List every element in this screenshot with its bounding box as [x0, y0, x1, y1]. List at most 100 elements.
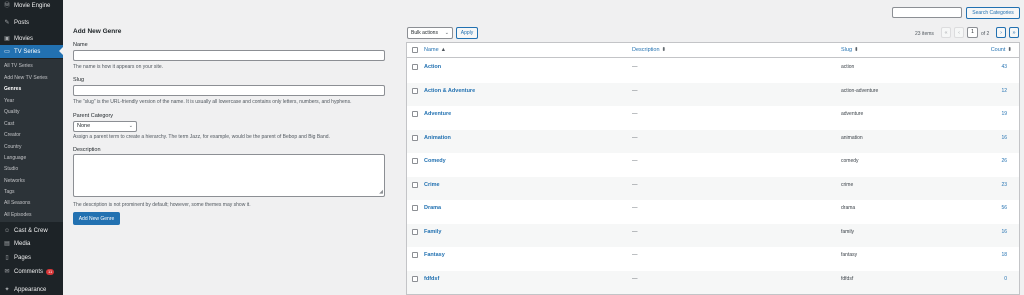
parent-category-value: None — [77, 123, 91, 129]
current-page-input[interactable]: 1 — [967, 27, 978, 38]
tv-series-submenu: All TV Series Add New TV Series Genres Y… — [0, 59, 63, 222]
bulk-actions-select[interactable]: Bulk actions ⌄ — [407, 27, 453, 39]
genre-name-link[interactable]: Adventure — [424, 111, 451, 117]
last-page-button[interactable]: » — [1009, 27, 1019, 38]
menu-item-posts[interactable]: ✎ Posts — [0, 17, 63, 28]
table-row: fdfdsf — fdfdsf 0 — [407, 270, 1019, 294]
chevron-down-icon: ⌄ — [128, 123, 133, 129]
genre-name-link[interactable]: Animation — [424, 135, 451, 141]
column-header-name[interactable]: Name ▲ — [424, 47, 446, 53]
column-header-description[interactable]: Description ⬍ — [632, 47, 666, 53]
row-checkbox[interactable] — [412, 87, 418, 94]
table-row: Adventure — adventure 19 — [407, 106, 1019, 130]
genre-name-link[interactable]: Crime — [424, 182, 440, 188]
menu-item-site[interactable]: Ⓦ Movie Engine — [0, 0, 63, 11]
chevron-down-icon: ⌄ — [444, 30, 449, 36]
genre-slug: animation — [841, 134, 863, 141]
menu-item-movies[interactable]: ▣ Movies — [0, 33, 63, 44]
menu-item-comments[interactable]: ✉ Comments 11 — [0, 266, 63, 277]
genre-count-link[interactable]: 12 — [1001, 88, 1007, 94]
row-checkbox[interactable] — [412, 181, 418, 188]
genre-name-link[interactable]: Comedy — [424, 158, 446, 164]
row-checkbox[interactable] — [412, 134, 418, 141]
sort-ascending-icon: ▲ — [440, 47, 447, 53]
resize-handle-icon[interactable]: ◢ — [379, 190, 383, 195]
admin-sidebar: Ⓦ Movie Engine ✎ Posts ▣ Movies ▭ TV Ser… — [0, 0, 63, 295]
genre-count-link[interactable]: 26 — [1001, 158, 1007, 164]
column-header-slug[interactable]: Slug ⬍ — [841, 47, 859, 53]
submenu-all-tv-series[interactable]: All TV Series — [4, 63, 33, 69]
row-checkbox[interactable] — [412, 64, 418, 70]
submenu-all-seasons[interactable]: All Seasons — [4, 200, 30, 206]
description-textarea[interactable]: ◢ — [73, 154, 385, 197]
table-row: Animation — animation 16 — [407, 129, 1019, 153]
slug-input[interactable] — [73, 85, 385, 96]
add-new-genre-button[interactable]: Add New Genre — [73, 212, 120, 225]
menu-item-label: Movies — [14, 35, 34, 42]
genre-count-link[interactable]: 0 — [1004, 276, 1007, 282]
genre-name-link[interactable]: Drama — [424, 205, 441, 211]
row-checkbox[interactable] — [412, 275, 418, 282]
submenu-language[interactable]: Language — [4, 155, 26, 161]
genre-name-link[interactable]: Family — [424, 229, 441, 235]
submenu-genres[interactable]: Genres — [4, 86, 21, 92]
table-header: Name ▲ Description ⬍ Slug ⬍ Count ⬍ — [407, 43, 1019, 58]
search-input[interactable] — [892, 7, 962, 18]
genre-name-link[interactable]: Action — [424, 64, 441, 70]
genre-count-link[interactable]: 18 — [1001, 252, 1007, 258]
genre-name-link[interactable]: fdfdsf — [424, 276, 439, 282]
submenu-networks[interactable]: Networks — [4, 178, 25, 184]
genre-count-link[interactable]: 16 — [1001, 135, 1007, 141]
table-row: Drama — drama 56 — [407, 200, 1019, 224]
submenu-studio[interactable]: Studio — [4, 166, 18, 172]
search-categories-button[interactable]: Search Categories — [966, 7, 1020, 19]
menu-item-label: Pages — [14, 254, 32, 261]
menu-item-cast-crew[interactable]: ☺ Cast & Crew — [0, 225, 63, 236]
submenu-year[interactable]: Year — [4, 98, 14, 104]
genre-count-link[interactable]: 19 — [1001, 111, 1007, 117]
row-checkbox[interactable] — [412, 228, 418, 235]
submenu-all-episodes[interactable]: All Episodes — [4, 212, 32, 218]
genre-name-link[interactable]: Fantasy — [424, 252, 445, 258]
table-row: Comedy — comedy 26 — [407, 153, 1019, 177]
column-header-count[interactable]: Count ⬍ — [991, 47, 1012, 53]
row-checkbox[interactable] — [412, 111, 418, 117]
row-checkbox[interactable] — [412, 158, 418, 164]
genre-slug: adventure — [841, 111, 864, 117]
next-page-button[interactable]: › — [996, 27, 1006, 38]
name-input[interactable] — [73, 50, 385, 61]
prev-page-button[interactable]: ‹ — [954, 27, 964, 38]
genre-count-link[interactable]: 56 — [1001, 205, 1007, 211]
submenu-quality[interactable]: Quality — [4, 109, 20, 115]
menu-item-appearance[interactable]: ✦ Appearance — [0, 284, 63, 295]
table-row: Action & Adventure — action-adventure 12 — [407, 82, 1019, 106]
menu-item-pages[interactable]: ▯ Pages — [0, 252, 63, 263]
current-menu-arrow — [59, 47, 63, 55]
submenu-tags[interactable]: Tags — [4, 189, 15, 195]
first-page-button[interactable]: « — [941, 27, 951, 38]
appearance-icon: ✦ — [4, 286, 10, 293]
submenu-add-new-tv-series[interactable]: Add New TV Series — [4, 75, 48, 81]
pushpin-icon: ✎ — [4, 19, 10, 26]
pages-icon: ▯ — [5, 254, 9, 261]
row-checkbox[interactable] — [412, 205, 418, 211]
genre-count-link[interactable]: 16 — [1001, 229, 1007, 235]
apply-button[interactable]: Apply — [456, 27, 478, 39]
genre-slug: fantasy — [841, 252, 858, 258]
row-checkbox[interactable] — [412, 252, 418, 258]
submenu-country[interactable]: Country — [4, 144, 22, 150]
select-all-checkbox[interactable] — [412, 47, 418, 53]
users-icon: ☺ — [4, 227, 11, 234]
genre-count-link[interactable]: 23 — [1001, 182, 1007, 188]
menu-item-label: Comments — [14, 268, 44, 275]
submenu-cast[interactable]: Cast — [4, 121, 14, 127]
genre-name-link[interactable]: Action & Adventure — [424, 88, 475, 94]
genre-count-link[interactable]: 43 — [1001, 64, 1007, 70]
column-header-label: Name — [424, 47, 439, 53]
bulk-actions-value: Bulk actions — [411, 30, 438, 36]
submenu-creator[interactable]: Creator — [4, 132, 21, 138]
parent-category-select[interactable]: None ⌄ — [73, 121, 137, 132]
film-icon: ▣ — [4, 35, 10, 42]
menu-item-media[interactable]: ▤ Media — [0, 238, 63, 249]
menu-item-tv-series[interactable]: ▭ TV Series — [0, 45, 63, 58]
